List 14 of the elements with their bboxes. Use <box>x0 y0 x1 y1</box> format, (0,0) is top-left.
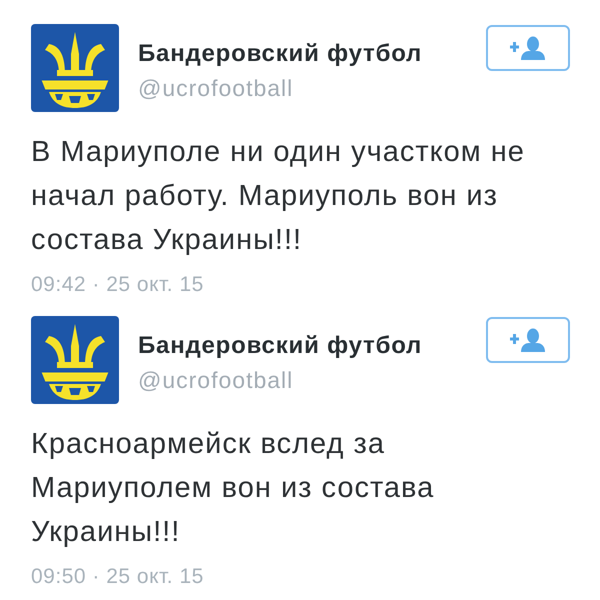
author-handle: @ucrofootball <box>138 74 294 102</box>
tweet-text: Красноармейск вслед за Мариуполем вон из состава Украины!!! <box>31 427 436 550</box>
author-name: Бандеровский футбол <box>138 331 424 361</box>
add-person-icon <box>510 328 546 352</box>
author-handle: @ucrofootball <box>138 366 294 394</box>
follow-button[interactable] <box>486 25 570 71</box>
trident-avatar-icon <box>31 316 119 404</box>
add-person-icon <box>510 36 546 60</box>
tweet-timestamp: 09:42 · 25 окт. 15 <box>31 272 205 298</box>
trident-avatar-icon <box>31 24 119 112</box>
author-name: Бандеровский футбол <box>138 39 424 69</box>
follow-button[interactable] <box>486 317 570 363</box>
tweet-timestamp: 09:50 · 25 окт. 15 <box>31 564 205 590</box>
tweet-text: В Мариуполе ни один участком не начал работу. Мариуполь вон из состава Украины!!! <box>31 135 526 258</box>
